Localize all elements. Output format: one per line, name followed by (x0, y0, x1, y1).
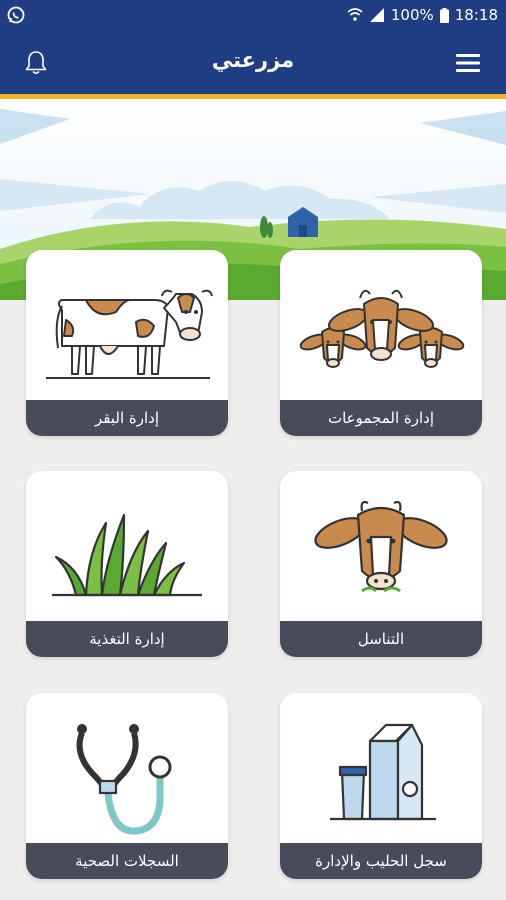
grass-icon (52, 513, 202, 597)
clock: 18:18 (454, 6, 498, 24)
card-feeding-management[interactable]: إدارة التغذية (26, 471, 228, 657)
card-label: إدارة التغذية (26, 621, 228, 657)
battery-icon (439, 7, 449, 23)
card-label: التناسل (280, 621, 482, 657)
card-group-management[interactable]: إدارة المجموعات (280, 250, 482, 436)
card-milk-records[interactable]: سجل الحليب والإدارة (280, 693, 482, 879)
card-breeding[interactable]: التناسل (280, 471, 482, 657)
milk-carton-icon (330, 723, 436, 821)
cow-group-icon (299, 289, 465, 368)
card-label: إدارة البقر (26, 400, 228, 436)
card-label: السجلات الصحية (26, 843, 228, 879)
hamburger-menu-icon[interactable] (456, 54, 480, 72)
card-label: سجل الحليب والإدارة (280, 843, 482, 879)
card-cow-management[interactable]: إدارة البقر (26, 250, 228, 436)
app-bar: مزرعتي (0, 30, 506, 94)
dairy-cow-icon (46, 289, 213, 379)
wifi-icon (347, 8, 363, 21)
card-health-records[interactable]: السجلات الصحية (26, 693, 228, 879)
stethoscope-icon (76, 724, 172, 835)
battery-percent: 100% (390, 6, 434, 24)
page-title: مزرعتي (211, 48, 295, 72)
signal-icon (369, 8, 384, 22)
card-label: إدارة المجموعات (280, 400, 482, 436)
cow-head-icon (314, 500, 448, 593)
whatsapp-icon (7, 6, 25, 24)
status-bar: 100% 18:18 (0, 0, 506, 30)
